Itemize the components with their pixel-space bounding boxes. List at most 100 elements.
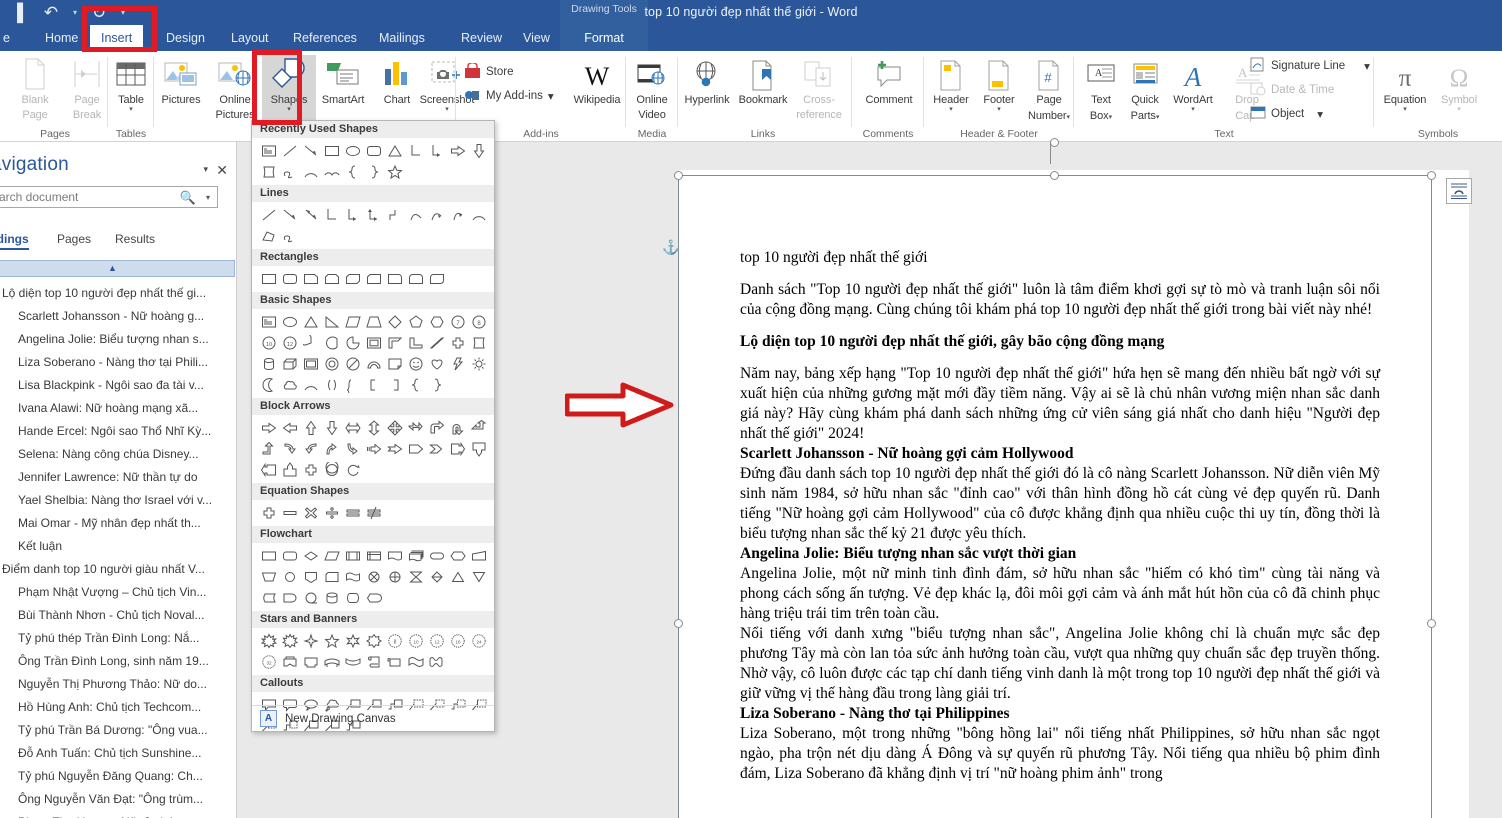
ribbon-tab-bar[interactable]: e Home Insert Design Layout References M… <box>0 25 1502 70</box>
shape-star-4-point-icon[interactable] <box>300 630 321 651</box>
shape-chord-icon[interactable] <box>321 332 342 353</box>
shape-elbow-arrow-connector-icon[interactable] <box>426 140 447 161</box>
shape-line-icon[interactable] <box>279 140 300 161</box>
shape-star-8-point-icon[interactable]: 8 <box>384 630 405 651</box>
tab-view[interactable]: View <box>512 25 561 51</box>
tab-format[interactable]: Format <box>560 25 648 51</box>
shape-curved-left-arrow-icon[interactable] <box>300 438 321 459</box>
tab-references[interactable]: References <box>282 25 368 51</box>
shape-oval-icon[interactable] <box>342 140 363 161</box>
shape-flowchart-display-icon[interactable] <box>363 587 384 608</box>
shapes-button[interactable]: Shapes ▾ <box>262 55 316 127</box>
shape-curved-up-ribbon-icon[interactable] <box>321 651 342 672</box>
nav-heading-item[interactable]: Liza Soberano - Nàng thơ tại Phili... <box>0 351 237 374</box>
nav-heading-item[interactable]: Tỷ phú Trần Bá Dương: "Ông vua... <box>0 719 237 742</box>
shape-curved-up-arrow-icon[interactable] <box>321 438 342 459</box>
shape-flowchart-process-icon[interactable] <box>258 545 279 566</box>
shape-curved-right-arrow-icon[interactable] <box>279 438 300 459</box>
shape-flowchart-multidocument-icon[interactable] <box>405 545 426 566</box>
nav-heading-item[interactable]: Phạm Thu Hương: Nữ tỷ phú quy... <box>0 811 237 818</box>
shape-up-down-arrow-icon[interactable] <box>363 417 384 438</box>
shape-flowchart-decision-icon[interactable] <box>300 545 321 566</box>
shape-star-16-point-icon[interactable]: 16 <box>447 630 468 651</box>
shape-left-arrow-icon[interactable] <box>279 417 300 438</box>
footer-button[interactable]: Footer ▾ <box>972 55 1026 127</box>
shape-flowchart-manual-input-icon[interactable] <box>468 545 489 566</box>
shape-round-brackets-icon[interactable] <box>321 374 342 395</box>
shape-star-6-point-icon[interactable] <box>342 630 363 651</box>
shape-elbow-connector-icon[interactable] <box>321 204 342 225</box>
shape-line-arrow-icon[interactable] <box>279 204 300 225</box>
nav-heading-item[interactable]: Đỗ Anh Tuấn: Chủ tịch Sunshine... <box>0 742 237 765</box>
shape-cloud-icon[interactable] <box>279 374 300 395</box>
shape-left-arrow-callout-icon[interactable] <box>258 459 279 480</box>
shape-isosceles-triangle-icon[interactable] <box>300 311 321 332</box>
tab-home[interactable]: Home <box>34 25 89 51</box>
shape-explosion-2-icon[interactable] <box>279 630 300 651</box>
shape-down-arrow-callout-icon[interactable] <box>468 438 489 459</box>
shape-arc-icon[interactable] <box>468 204 489 225</box>
shape-star-12-point-icon[interactable]: 12 <box>426 630 447 651</box>
shape-curved-double-arrow-icon[interactable] <box>447 204 468 225</box>
shape-up-arrow-icon[interactable] <box>300 417 321 438</box>
shape-plaque-icon[interactable] <box>468 332 489 353</box>
shape-curved-down-ribbon-icon[interactable] <box>342 651 363 672</box>
shape-line-arrow-icon[interactable] <box>300 140 321 161</box>
nav-heading-item[interactable]: Selena: Nàng công chúa Disney... <box>0 443 237 466</box>
shape-square-brackets-right-icon[interactable] <box>384 374 405 395</box>
close-icon[interactable]: ✕ <box>216 162 228 179</box>
shape-round-same-side-icon[interactable] <box>405 268 426 289</box>
shape-elbow-arrow-icon[interactable] <box>342 204 363 225</box>
shape-diagonal-stripe-icon[interactable] <box>426 332 447 353</box>
equation-caret-icon[interactable]: ▾ <box>1378 106 1432 113</box>
shape-cube-icon[interactable] <box>279 353 300 374</box>
shape-bevel-icon[interactable] <box>300 353 321 374</box>
tab-mailings[interactable]: Mailings <box>368 25 436 51</box>
hyperlink-button[interactable]: Hyperlink <box>680 55 734 127</box>
shape-arc-icon[interactable] <box>300 161 321 182</box>
shape-heart-icon[interactable] <box>426 353 447 374</box>
nav-heading-item[interactable]: Mai Omar - Mỹ nhân đẹp nhất th... <box>0 512 237 535</box>
header-caret-icon[interactable]: ▾ <box>924 106 978 113</box>
shapes-section-lines[interactable] <box>252 202 494 249</box>
shape-snip-single-corner-icon[interactable] <box>300 268 321 289</box>
page-number-caret-icon[interactable]: ▾ <box>1067 114 1071 121</box>
navigation-tabs[interactable]: adings Pages Results <box>0 232 237 254</box>
shape-block-arc-icon[interactable] <box>363 353 384 374</box>
nav-heading-item[interactable]: Hande Ercel: Ngôi sao Thổ Nhĩ Kỳ... <box>0 420 237 443</box>
shape-right-brace-icon[interactable] <box>363 161 384 182</box>
resize-handle-top-left[interactable] <box>674 171 683 180</box>
nav-heading-item[interactable]: Tỷ phú Nguyễn Đăng Quang: Ch... <box>0 765 237 788</box>
shape-star-24-point-icon[interactable]: 24 <box>468 630 489 651</box>
shape-star-10-point-icon[interactable]: 10 <box>405 630 426 651</box>
nav-heading-item[interactable]: Ông Nguyễn Văn Đạt: "Ông trùm... <box>0 788 237 811</box>
shapes-caret-icon[interactable]: ▾ <box>262 106 316 113</box>
nav-heading-item[interactable]: Jennifer Lawrence: Nữ thần tự do <box>0 466 237 489</box>
cross-reference-button[interactable]: Cross- reference <box>792 55 846 127</box>
shape-flowchart-direct-access-icon[interactable] <box>342 587 363 608</box>
shape-bent-arrow-icon[interactable] <box>426 417 447 438</box>
shape-divide-icon[interactable] <box>321 502 342 523</box>
shape-flowchart-connector-icon[interactable] <box>279 566 300 587</box>
tab-insert[interactable]: Insert <box>90 25 144 51</box>
shape-flowchart-alternate-process-icon[interactable] <box>279 545 300 566</box>
document-text[interactable]: top 10 người đẹp nhất thế giới Danh sách… <box>740 248 1380 784</box>
shape-freeform-scribble-icon[interactable] <box>279 161 300 182</box>
shape-square-brackets-left-icon[interactable] <box>363 374 384 395</box>
shape-bent-up-arrow-icon[interactable] <box>258 438 279 459</box>
text-box-caret-icon[interactable]: ▾ <box>1109 114 1113 121</box>
nav-heading-item[interactable]: Tỷ phú thép Trần Đình Long: Nắ... <box>0 627 237 650</box>
tab-file[interactable]: e <box>0 25 21 51</box>
footer-caret-icon[interactable]: ▾ <box>972 106 1026 113</box>
search-options-icon[interactable]: ▾ <box>206 193 210 202</box>
shape-scribble-icon[interactable] <box>279 225 300 246</box>
shape-flowchart-stored-data-icon[interactable] <box>258 587 279 608</box>
shape-rounded-rectangle-icon[interactable] <box>279 268 300 289</box>
shapes-dropdown-menu[interactable]: Recently Used Shapes Lines Rectangles Ba… <box>251 120 495 732</box>
shape-folded-corner-icon[interactable] <box>384 353 405 374</box>
nav-heading-item[interactable]: Hồ Hùng Anh: Chủ tịch Techcom... <box>0 696 237 719</box>
shapes-section-flowchart[interactable] <box>252 543 494 611</box>
shape-elbow-double-arrow-icon[interactable] <box>363 204 384 225</box>
shape-multiply-icon[interactable] <box>300 502 321 523</box>
shape-flowchart-summing-junction-icon[interactable] <box>363 566 384 587</box>
